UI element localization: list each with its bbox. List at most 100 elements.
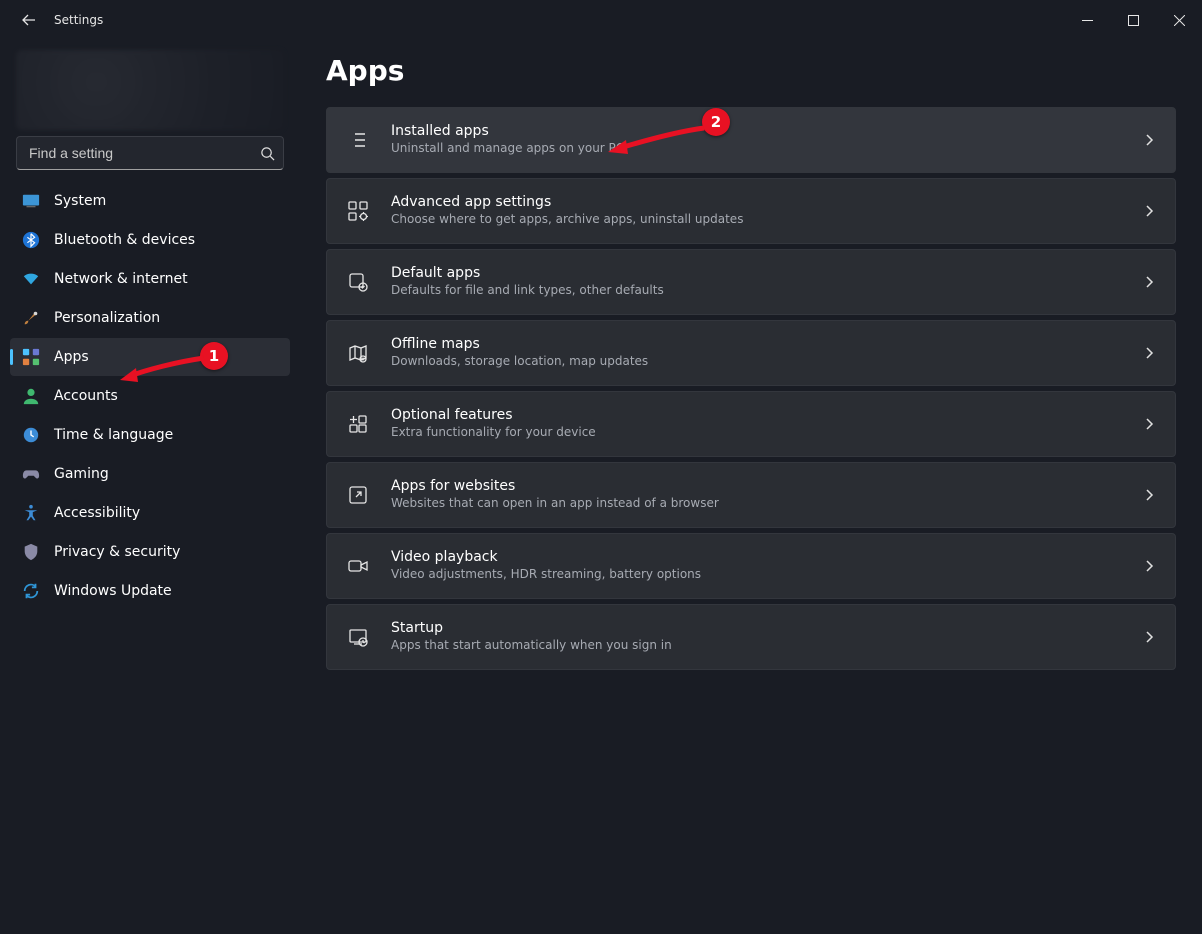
sidebar-item-label: Network & internet [54, 271, 188, 287]
card-title: Apps for websites [391, 478, 1121, 496]
sidebar-item-label: Windows Update [54, 583, 172, 599]
sidebar-item-privacy[interactable]: Privacy & security [10, 533, 290, 571]
list-icon [347, 129, 369, 151]
sidebar-item-label: Privacy & security [54, 544, 180, 560]
card-title: Video playback [391, 549, 1121, 567]
minimize-icon [1082, 15, 1093, 26]
chevron-right-icon [1143, 489, 1155, 501]
card-subtitle: Uninstall and manage apps on your PC [391, 141, 1121, 157]
card-apps-for-websites[interactable]: Apps for websites Websites that can open… [326, 462, 1176, 528]
card-subtitle: Websites that can open in an app instead… [391, 496, 1121, 512]
card-text: Default apps Defaults for file and link … [391, 265, 1121, 299]
sidebar-item-label: Personalization [54, 310, 160, 326]
person-icon [22, 387, 40, 405]
sidebar-item-windows-update[interactable]: Windows Update [10, 572, 290, 610]
card-startup[interactable]: Startup Apps that start automatically wh… [326, 604, 1176, 670]
card-subtitle: Choose where to get apps, archive apps, … [391, 212, 1121, 228]
card-video-playback[interactable]: Video playback Video adjustments, HDR st… [326, 533, 1176, 599]
chevron-right-icon [1143, 205, 1155, 217]
card-text: Startup Apps that start automatically wh… [391, 620, 1121, 654]
card-subtitle: Extra functionality for your device [391, 425, 1121, 441]
sidebar-item-label: Gaming [54, 466, 109, 482]
close-button[interactable] [1156, 0, 1202, 40]
clock-icon [22, 426, 40, 444]
accessibility-icon [22, 504, 40, 522]
card-default-apps[interactable]: Default apps Defaults for file and link … [326, 249, 1176, 315]
card-text: Optional features Extra functionality fo… [391, 407, 1121, 441]
main-content: Apps Installed apps Uninstall and manage… [300, 40, 1202, 934]
shield-icon [22, 543, 40, 561]
card-subtitle: Downloads, storage location, map updates [391, 354, 1121, 370]
sidebar-item-accounts[interactable]: Accounts [10, 377, 290, 415]
search-box[interactable] [16, 136, 284, 170]
sidebar-item-time-language[interactable]: Time & language [10, 416, 290, 454]
sidebar-item-label: Bluetooth & devices [54, 232, 195, 248]
maximize-icon [1128, 15, 1139, 26]
nav-list: System Bluetooth & devices Network & int… [6, 182, 294, 610]
card-text: Offline maps Downloads, storage location… [391, 336, 1121, 370]
card-text: Video playback Video adjustments, HDR st… [391, 549, 1121, 583]
sidebar-item-label: System [54, 193, 106, 209]
apps-icon [22, 348, 40, 366]
paintbrush-icon [22, 309, 40, 327]
search-input[interactable] [27, 144, 260, 162]
chevron-right-icon [1143, 418, 1155, 430]
wifi-icon [22, 270, 40, 288]
chevron-right-icon [1143, 347, 1155, 359]
sidebar-item-label: Time & language [54, 427, 173, 443]
back-button[interactable] [18, 9, 40, 31]
card-subtitle: Video adjustments, HDR streaming, batter… [391, 567, 1121, 583]
sidebar-item-personalization[interactable]: Personalization [10, 299, 290, 337]
video-icon [347, 555, 369, 577]
startup-icon [347, 626, 369, 648]
back-arrow-icon [21, 12, 37, 28]
sidebar-item-accessibility[interactable]: Accessibility [10, 494, 290, 532]
bluetooth-icon [22, 231, 40, 249]
card-text: Advanced app settings Choose where to ge… [391, 194, 1121, 228]
update-icon [22, 582, 40, 600]
open-external-icon [347, 484, 369, 506]
profile-card[interactable] [16, 50, 284, 130]
map-icon [347, 342, 369, 364]
chevron-right-icon [1143, 134, 1155, 146]
titlebar: Settings [0, 0, 1202, 40]
chevron-right-icon [1143, 560, 1155, 572]
sidebar-item-bluetooth[interactable]: Bluetooth & devices [10, 221, 290, 259]
card-installed-apps[interactable]: Installed apps Uninstall and manage apps… [326, 107, 1176, 173]
sidebar-item-apps[interactable]: Apps [10, 338, 290, 376]
grid-gear-icon [347, 200, 369, 222]
display-icon [22, 192, 40, 210]
maximize-button[interactable] [1110, 0, 1156, 40]
search-icon [260, 146, 275, 161]
card-text: Installed apps Uninstall and manage apps… [391, 123, 1121, 157]
minimize-button[interactable] [1064, 0, 1110, 40]
close-icon [1174, 15, 1185, 26]
card-title: Startup [391, 620, 1121, 638]
card-title: Installed apps [391, 123, 1121, 141]
card-subtitle: Apps that start automatically when you s… [391, 638, 1121, 654]
gamepad-icon [22, 465, 40, 483]
sidebar-item-label: Apps [54, 349, 89, 365]
card-offline-maps[interactable]: Offline maps Downloads, storage location… [326, 320, 1176, 386]
sidebar-item-gaming[interactable]: Gaming [10, 455, 290, 493]
sidebar-item-label: Accounts [54, 388, 118, 404]
default-apps-icon [347, 271, 369, 293]
page-title: Apps [326, 54, 1176, 87]
chevron-right-icon [1143, 276, 1155, 288]
sidebar-item-label: Accessibility [54, 505, 140, 521]
chevron-right-icon [1143, 631, 1155, 643]
add-grid-icon [347, 413, 369, 435]
card-subtitle: Defaults for file and link types, other … [391, 283, 1121, 299]
card-title: Advanced app settings [391, 194, 1121, 212]
card-title: Default apps [391, 265, 1121, 283]
sidebar-item-network[interactable]: Network & internet [10, 260, 290, 298]
card-optional-features[interactable]: Optional features Extra functionality fo… [326, 391, 1176, 457]
card-title: Offline maps [391, 336, 1121, 354]
sidebar-item-system[interactable]: System [10, 182, 290, 220]
card-advanced-app-settings[interactable]: Advanced app settings Choose where to ge… [326, 178, 1176, 244]
window-title: Settings [54, 13, 103, 27]
card-title: Optional features [391, 407, 1121, 425]
sidebar: System Bluetooth & devices Network & int… [0, 40, 300, 934]
card-text: Apps for websites Websites that can open… [391, 478, 1121, 512]
window-controls [1064, 0, 1202, 40]
